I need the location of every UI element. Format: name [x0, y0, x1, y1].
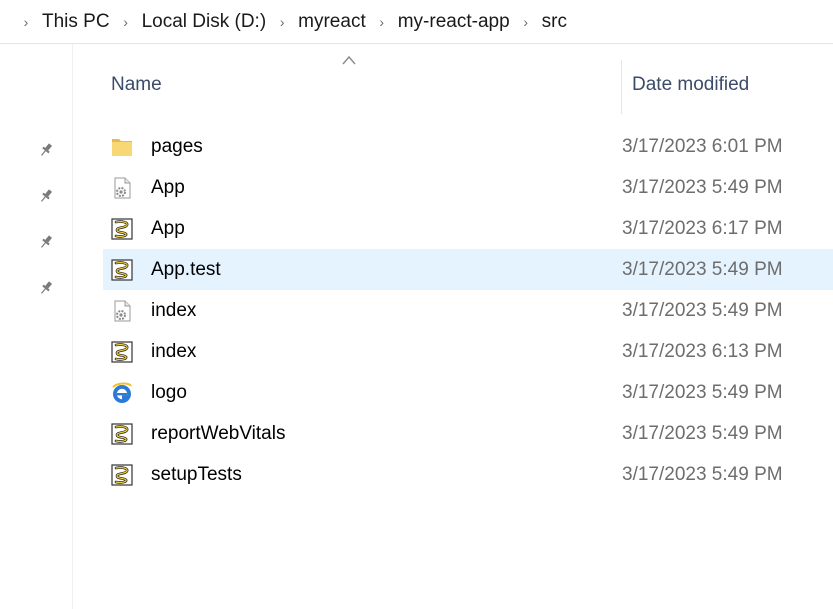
list-item[interactable]: logo 3/17/2023 5:49 PM: [103, 372, 833, 413]
breadcrumb-myreact[interactable]: myreact: [298, 11, 366, 33]
pin-icon[interactable]: [38, 280, 54, 296]
column-header-name[interactable]: Name: [111, 56, 611, 114]
file-name: logo: [151, 381, 187, 403]
script-file-icon: [110, 422, 134, 446]
file-name: App: [151, 176, 185, 198]
column-header-date-modified[interactable]: Date modified: [632, 56, 832, 114]
list-item-selected[interactable]: App.test 3/17/2023 5:49 PM: [103, 249, 833, 290]
file-name: index: [151, 299, 197, 321]
file-date-modified: 3/17/2023 6:17 PM: [622, 217, 783, 239]
file-name: reportWebVitals: [151, 422, 286, 444]
file-name: setupTests: [151, 463, 242, 485]
settings-file-icon: [110, 299, 134, 323]
list-item[interactable]: index 3/17/2023 6:13 PM: [103, 331, 833, 372]
file-name: App.test: [151, 258, 221, 280]
column-header-date-label: Date modified: [632, 74, 750, 95]
file-date-modified: 3/17/2023 5:49 PM: [622, 381, 783, 403]
list-item[interactable]: index 3/17/2023 5:49 PM: [103, 290, 833, 331]
script-file-icon: [110, 258, 134, 282]
file-name: App: [151, 217, 185, 239]
list-item[interactable]: App 3/17/2023 6:17 PM: [103, 208, 833, 249]
chevron-right-icon[interactable]: ›: [122, 14, 130, 30]
pin-icon[interactable]: [38, 188, 54, 204]
script-file-icon: [110, 340, 134, 364]
navigation-pane-divider[interactable]: [72, 44, 73, 609]
breadcrumb: › This PC › Local Disk (D:) › myreact › …: [0, 0, 833, 44]
column-resize-handle[interactable]: [621, 60, 622, 114]
script-file-icon: [110, 217, 134, 241]
breadcrumb-local-disk[interactable]: Local Disk (D:): [142, 11, 267, 33]
list-item[interactable]: App 3/17/2023 5:49 PM: [103, 167, 833, 208]
breadcrumb-my-react-app[interactable]: my-react-app: [398, 11, 510, 33]
pin-icon[interactable]: [38, 234, 54, 250]
list-item[interactable]: pages 3/17/2023 6:01 PM: [103, 126, 833, 167]
settings-file-icon: [110, 176, 134, 200]
file-name: pages: [151, 135, 203, 157]
folder-icon: [110, 135, 134, 159]
chevron-right-icon[interactable]: ›: [22, 14, 30, 30]
file-date-modified: 3/17/2023 5:49 PM: [622, 422, 783, 444]
file-date-modified: 3/17/2023 5:49 PM: [622, 463, 783, 485]
file-date-modified: 3/17/2023 5:49 PM: [622, 299, 783, 321]
column-header-name-label: Name: [111, 74, 162, 95]
pin-icon[interactable]: [38, 142, 54, 158]
file-date-modified: 3/17/2023 5:49 PM: [622, 258, 783, 280]
breadcrumb-src[interactable]: src: [542, 11, 567, 33]
list-item[interactable]: reportWebVitals 3/17/2023 5:49 PM: [103, 413, 833, 454]
list-item[interactable]: setupTests 3/17/2023 5:49 PM: [103, 454, 833, 495]
chevron-right-icon[interactable]: ›: [278, 14, 286, 30]
file-date-modified: 3/17/2023 5:49 PM: [622, 176, 783, 198]
script-file-icon: [110, 463, 134, 487]
file-date-modified: 3/17/2023 6:01 PM: [622, 135, 783, 157]
file-explorer-window: › This PC › Local Disk (D:) › myreact › …: [0, 0, 833, 609]
file-name: index: [151, 340, 197, 362]
browser-file-icon: [110, 381, 134, 405]
chevron-right-icon[interactable]: ›: [378, 14, 386, 30]
file-date-modified: 3/17/2023 6:13 PM: [622, 340, 783, 362]
chevron-right-icon[interactable]: ›: [522, 14, 530, 30]
breadcrumb-this-pc[interactable]: This PC: [42, 11, 110, 33]
